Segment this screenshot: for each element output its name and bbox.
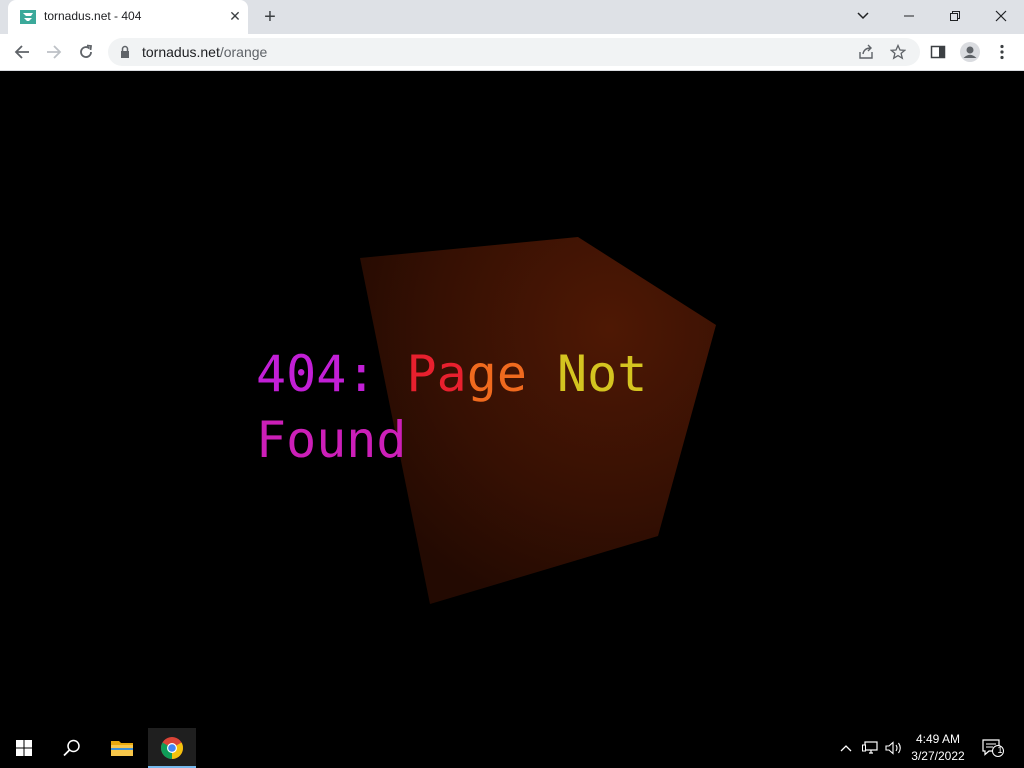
- url-host: tornadus.net: [142, 44, 220, 60]
- search-icon: [63, 739, 80, 757]
- tab-title: tornadus.net - 404: [44, 9, 142, 23]
- minimize-icon: [904, 15, 914, 17]
- network-button[interactable]: [860, 738, 880, 758]
- page-content: 404: Page Not Found: [0, 71, 1024, 728]
- tab-strip: tornadus.net - 404 ✕ +: [0, 0, 1024, 34]
- heading-part-404: 404:: [256, 345, 407, 403]
- url-text: tornadus.net/orange: [142, 44, 267, 60]
- forward-button[interactable]: [40, 38, 68, 66]
- menu-button[interactable]: [988, 38, 1016, 66]
- heading-part-found: Found: [256, 411, 407, 469]
- arrow-left-icon: [14, 45, 29, 59]
- lock-icon[interactable]: [120, 45, 130, 58]
- volume-button[interactable]: [884, 738, 904, 758]
- share-button[interactable]: [852, 38, 880, 66]
- file-explorer-button[interactable]: [98, 728, 146, 768]
- close-icon: [995, 10, 1007, 22]
- start-button[interactable]: [0, 728, 48, 768]
- side-panel-icon: [930, 45, 946, 59]
- new-tab-button[interactable]: +: [259, 6, 281, 28]
- clock-date: 3/27/2022: [911, 749, 965, 763]
- taskbar: 4:49 AM 3/27/2022 1: [0, 728, 1024, 768]
- avatar-icon: [960, 42, 980, 62]
- tab-search-button[interactable]: [840, 0, 886, 30]
- chrome-taskbar-button[interactable]: [148, 728, 196, 768]
- side-panel-button[interactable]: [924, 38, 952, 66]
- close-window-button[interactable]: [978, 0, 1024, 30]
- chevron-down-icon: [857, 12, 869, 20]
- show-hidden-icons-button[interactable]: [836, 738, 856, 758]
- reload-button[interactable]: [72, 38, 100, 66]
- browser-toolbar: tornadus.net/orange: [0, 34, 1024, 71]
- chevron-up-icon: [840, 745, 852, 752]
- restore-button[interactable]: [932, 0, 978, 30]
- error-heading: 404: Page Not Found: [256, 341, 716, 473]
- reload-icon: [80, 44, 93, 58]
- tornadus-favicon-icon: [20, 10, 36, 24]
- arrow-right-icon: [47, 45, 62, 59]
- more-vertical-icon: [1000, 44, 1004, 60]
- star-icon: [890, 44, 906, 60]
- back-button[interactable]: [8, 38, 36, 66]
- chrome-icon: [161, 737, 183, 759]
- notification-count: 1: [997, 745, 1003, 755]
- windows-logo-icon: [16, 740, 32, 756]
- network-icon: [862, 741, 878, 754]
- heading-part-pa: Pa: [406, 345, 467, 403]
- restore-icon: [950, 11, 960, 22]
- heading-part-ge: ge: [466, 345, 527, 403]
- taskbar-clock[interactable]: 4:49 AM 3/27/2022: [904, 731, 972, 765]
- speaker-icon: [885, 741, 901, 755]
- folder-icon: [111, 741, 133, 756]
- action-center-button[interactable]: 1: [982, 738, 1004, 758]
- browser-window: tornadus.net - 404 ✕ + tornadus.net/oran…: [0, 0, 1024, 728]
- profile-button[interactable]: [956, 38, 984, 66]
- url-path: /orange: [219, 44, 268, 60]
- clock-time: 4:49 AM: [915, 732, 961, 746]
- search-button[interactable]: [48, 728, 96, 768]
- minimize-button[interactable]: [886, 0, 932, 30]
- share-icon: [859, 44, 873, 59]
- address-bar[interactable]: tornadus.net/orange: [108, 38, 920, 66]
- bookmark-button[interactable]: [884, 38, 912, 66]
- tab-close-icon[interactable]: ✕: [226, 7, 244, 25]
- tab-active[interactable]: tornadus.net - 404 ✕: [8, 0, 248, 34]
- heading-part-not: Not: [526, 345, 648, 403]
